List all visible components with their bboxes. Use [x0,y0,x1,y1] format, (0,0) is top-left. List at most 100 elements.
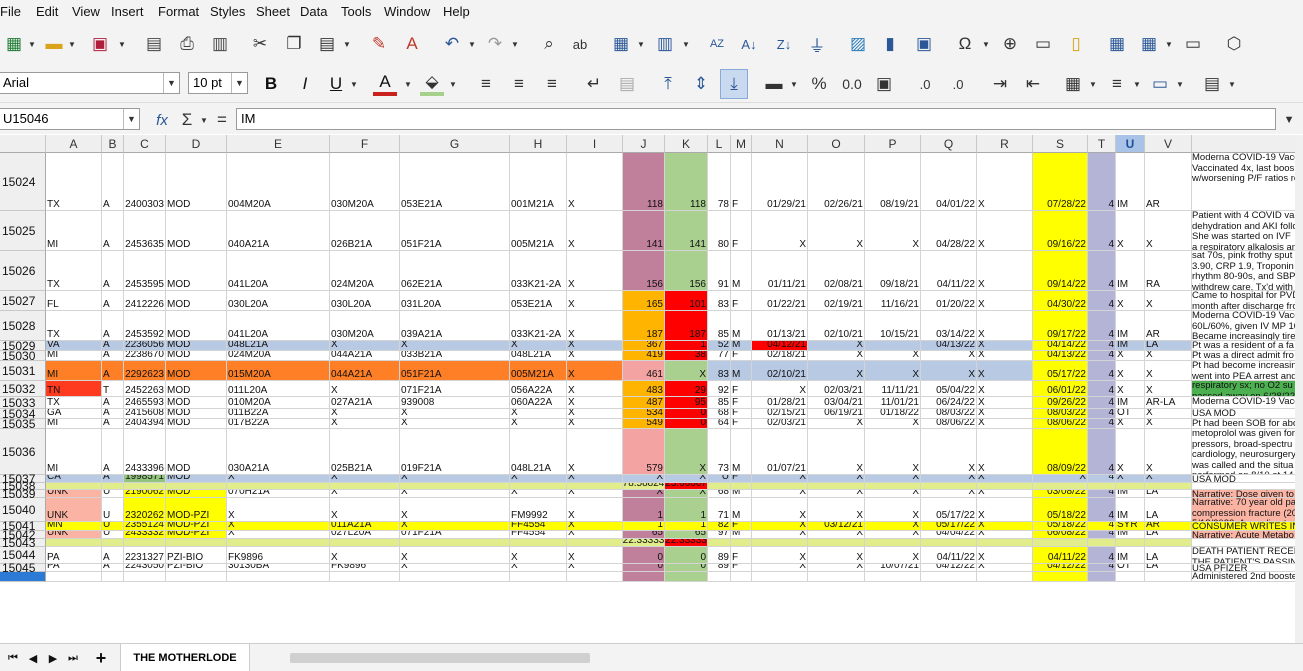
narrative-cell[interactable]: Patient with 4 COVID va dehydration and A… [1192,211,1303,251]
cell[interactable] [124,483,166,490]
cell[interactable]: 2243050 [124,564,166,572]
chevron-down-icon[interactable]: ▼ [231,73,247,93]
cell[interactable] [227,483,330,490]
cell[interactable]: X [665,490,708,498]
cell[interactable]: CA [46,475,102,483]
column-header-d[interactable]: D [166,135,227,153]
cell[interactable]: 053E21A [400,153,510,211]
cell[interactable]: 549 [623,419,665,429]
cell[interactable]: 4 [1088,419,1116,429]
cell[interactable]: X [977,429,1033,475]
redo-icon[interactable]: ↷ [483,32,507,56]
cell[interactable]: IM [1116,498,1145,522]
cell[interactable]: 1 [623,522,665,531]
cell[interactable]: 03/04/21 [808,397,865,409]
cell[interactable]: IM [1116,531,1145,539]
cell[interactable]: X [330,341,400,351]
cell[interactable]: X [865,361,921,381]
background-color-icon[interactable]: ⬙ [420,72,444,96]
cell[interactable]: M [731,341,752,351]
cell[interactable]: X [865,475,921,483]
narrative-cell[interactable]: Pt was a resident of a faaway. Pt has a … [1192,341,1303,351]
cell[interactable]: 01/13/21 [752,311,808,341]
cell[interactable]: 027L20A [330,531,400,539]
cell[interactable]: X [567,564,623,572]
cell[interactable] [752,483,808,490]
header-footer-icon[interactable]: ▯ [1064,32,1088,56]
cell[interactable]: X [1145,381,1192,397]
cell[interactable]: 4 [1088,531,1116,539]
chevron-down-icon[interactable]: ▼ [200,108,208,132]
cell[interactable]: 01/20/22 [921,291,977,311]
cell[interactable]: X [977,251,1033,291]
cell[interactable]: 419 [623,351,665,361]
chevron-down-icon[interactable]: ▼ [1089,72,1097,96]
cell[interactable]: 1 [665,522,708,531]
cell[interactable]: X [1116,351,1145,361]
italic-button[interactable]: I [293,72,317,96]
cell[interactable]: 030M20A [330,311,400,341]
cell[interactable]: X [752,498,808,522]
cell[interactable]: A [102,547,124,564]
insert-image-icon[interactable]: ▨ [846,32,870,56]
cell[interactable]: F [731,409,752,419]
cell[interactable]: 03/08/22 [1033,490,1088,498]
border-color-icon[interactable]: ▭ [1148,72,1172,96]
cell[interactable]: MI [46,429,102,475]
cell[interactable]: 4 [1088,498,1116,522]
cell[interactable]: 025B21A [330,429,400,475]
narrative-cell[interactable]: Pt had been SOB for abo [1192,419,1303,429]
cell[interactable]: 65 [623,531,665,539]
column-header-r[interactable]: R [977,135,1033,153]
cell[interactable]: X [808,341,865,351]
previous-sheet-icon[interactable]: ◀ [24,648,42,668]
cell[interactable]: X [400,475,510,483]
cell[interactable]: X [510,547,567,564]
clone-formatting-icon[interactable]: ✎ [367,32,391,56]
cell[interactable]: X [1145,361,1192,381]
cell[interactable]: X [330,490,400,498]
cell[interactable] [665,572,708,582]
cell[interactable]: X [330,547,400,564]
cell[interactable]: 04/01/22 [921,153,977,211]
autofilter-icon[interactable]: ⏚ [805,32,829,56]
cell[interactable]: 52 [708,341,731,351]
cell[interactable]: X [400,547,510,564]
cell[interactable]: X [752,531,808,539]
cell[interactable]: MOD-PZI [166,498,227,522]
cell[interactable]: A [102,311,124,341]
cell[interactable]: 08/09/22 [1033,429,1088,475]
cell[interactable]: TX [46,311,102,341]
cell[interactable]: PZI-BIO [166,547,227,564]
cell[interactable]: MOD [166,429,227,475]
cell[interactable]: 2400303 [124,153,166,211]
cell[interactable]: 01/28/21 [752,397,808,409]
conditional-format-icon[interactable]: ▤ [1200,72,1224,96]
cell[interactable]: MOD [166,211,227,251]
cell[interactable]: 4 [1088,381,1116,397]
cell[interactable]: X [665,475,708,483]
cell[interactable]: X [1116,291,1145,311]
row-header[interactable]: 15035 [0,417,46,431]
cell[interactable]: X [977,522,1033,531]
cell[interactable]: 08/03/22 [1033,409,1088,419]
chevron-down-icon[interactable]: ▼ [982,32,990,56]
cell[interactable]: X [977,153,1033,211]
cell[interactable]: X [977,498,1033,522]
cell[interactable] [731,539,752,547]
cell[interactable]: X [227,531,330,539]
chevron-down-icon[interactable]: ▼ [790,72,798,96]
cell[interactable]: T [102,381,124,397]
cell[interactable]: X [865,211,921,251]
cell[interactable]: M [731,498,752,522]
cell[interactable] [330,572,400,582]
narrative-cell[interactable]: Pt had become increasin went into PEA arr… [1192,361,1303,381]
chevron-down-icon[interactable]: ▼ [350,72,358,96]
cell[interactable]: X [752,522,808,531]
cell[interactable]: X [567,475,623,483]
sum-icon[interactable]: Σ [175,108,199,132]
chevron-down-icon[interactable]: ▼ [449,72,457,96]
cell[interactable] [1088,483,1116,490]
cell[interactable]: 78 [708,153,731,211]
cell[interactable]: 80 [708,211,731,251]
